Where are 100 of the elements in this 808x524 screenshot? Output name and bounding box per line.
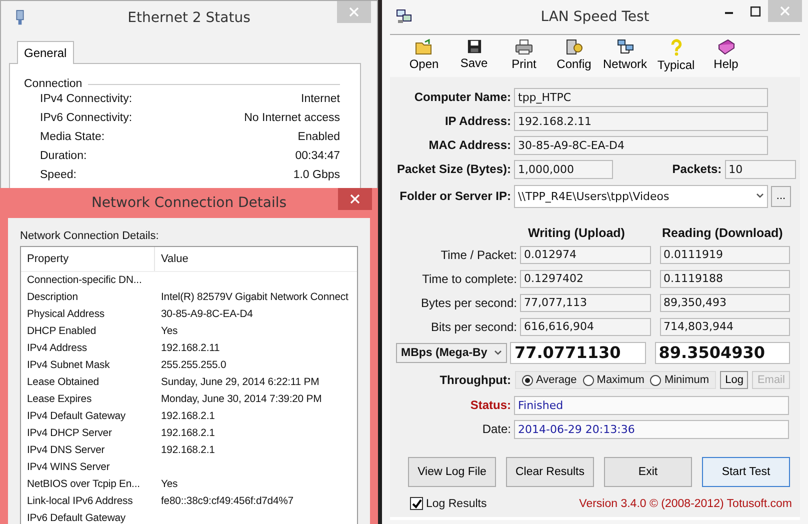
- field-label: Media State:: [40, 131, 105, 144]
- text-field[interactable]: 10: [724, 160, 796, 178]
- radio-option[interactable]: Maximum: [582, 374, 644, 386]
- close-icon: [350, 194, 360, 204]
- property-cell-text: Lease Obtained: [26, 377, 100, 388]
- property-cell-text: NetBIOS over Tcpip En...: [26, 479, 141, 490]
- value-cell-text: Yes: [160, 326, 178, 337]
- checkmark-icon: [412, 498, 422, 508]
- value-cell-text: 255.255.255.0: [160, 360, 226, 371]
- field-value: No Internet access: [244, 112, 340, 125]
- close-button[interactable]: [338, 188, 372, 210]
- field-label: Computer Name:: [413, 90, 511, 104]
- field-label: IPv6 Connectivity:: [40, 112, 132, 125]
- property-cell-text: IPv4 WINS Server: [26, 462, 111, 473]
- close-icon: [349, 7, 359, 17]
- result-field: 0.012974: [520, 246, 650, 264]
- toolbar-button[interactable]: Help: [702, 39, 750, 77]
- value-cell-text: 192.168.2.11: [160, 343, 220, 354]
- field-label: IP Address:: [444, 114, 511, 128]
- browse-button[interactable]: ...: [771, 186, 791, 206]
- field-value: 00:34:47: [295, 150, 340, 163]
- toolbar-button[interactable]: Network: [600, 39, 650, 77]
- value-cell-text: Intel(R) 82579V Gigabit Network Connect: [160, 292, 348, 303]
- question-mark-icon: [670, 39, 683, 56]
- result-field: 77,077,113: [520, 294, 650, 312]
- result-field: 0.1297402: [520, 270, 650, 288]
- column-header: Writing (Upload): [528, 226, 626, 240]
- text-field[interactable]: 1,000,000: [514, 160, 614, 178]
- radio-button[interactable]: [582, 374, 594, 386]
- property-cell-text: IPv6 Default Gateway: [26, 513, 126, 524]
- result-field: 0.0111919: [660, 246, 790, 264]
- column-header: Reading (Download): [662, 226, 783, 240]
- toolbar-button[interactable]: Save: [450, 39, 498, 77]
- folder-icon: [415, 39, 433, 55]
- value-cell-text: 192.168.2.1: [160, 411, 215, 422]
- toolbar-button[interactable]: Print: [500, 39, 548, 77]
- total-field: 89.3504930: [654, 342, 790, 364]
- printer-icon: [515, 39, 533, 55]
- result-label: Time to complete:: [421, 272, 517, 286]
- tab[interactable]: General: [17, 41, 74, 64]
- field-value: 1.0 Gbps: [293, 169, 340, 182]
- checkbox[interactable]: [410, 497, 423, 510]
- property-cell-text: Link-local IPv6 Address: [26, 496, 134, 507]
- value-cell-text: Sunday, June 29, 2014 6:22:11 PM: [160, 377, 320, 388]
- property-cell-text: Description: [26, 292, 79, 303]
- toolbar-button[interactable]: Open: [400, 39, 448, 77]
- field-label: Speed:: [40, 169, 76, 182]
- column-header[interactable]: Value: [155, 247, 188, 271]
- radio-option[interactable]: Average: [522, 374, 577, 386]
- property-cell-text: Lease Expires: [26, 394, 93, 405]
- result-field: 616,616,904: [520, 318, 650, 336]
- column-header[interactable]: Property: [21, 247, 155, 271]
- list-caption: Network Connection Details:: [20, 230, 160, 242]
- result-label: Time / Packet:: [440, 248, 517, 262]
- radio-option[interactable]: Minimum: [650, 374, 710, 386]
- text-field[interactable]: 192.168.2.11: [514, 112, 768, 130]
- property-cell-text: DHCP Enabled: [26, 326, 98, 337]
- radio-button[interactable]: [522, 374, 533, 386]
- toolbar-button[interactable]: Typical: [652, 39, 700, 77]
- radio-button[interactable]: [650, 374, 662, 386]
- result-field: 714,803,944: [660, 318, 790, 336]
- combo-box[interactable]: \\TPP_R4E\Users\tpp\Videos: [514, 184, 768, 208]
- chevron-down-icon: [756, 193, 764, 199]
- action-button[interactable]: Start Test: [702, 457, 790, 487]
- text-field[interactable]: 30-85-A9-8C-EA-D4: [514, 136, 768, 154]
- version-text: Version 3.4.0 © (2008-2012) Totusoft.com: [579, 498, 792, 510]
- window-title: Network Connection Details: [91, 195, 287, 211]
- field-label: Packet Size (Bytes):: [396, 162, 511, 176]
- value-cell-text: 192.168.2.1: [160, 428, 215, 439]
- computers-icon: [396, 9, 412, 25]
- small-button[interactable]: Log: [720, 371, 748, 389]
- field-label: Throughput:: [438, 373, 511, 387]
- window-title: LAN Speed Test: [540, 9, 650, 25]
- property-cell-text: Physical Address: [26, 309, 106, 320]
- property-cell-text: IPv4 DHCP Server: [26, 428, 113, 439]
- text-field[interactable]: tpp_HTPC: [514, 88, 768, 106]
- action-button[interactable]: Exit: [604, 457, 692, 487]
- field-label: Date:: [481, 422, 511, 436]
- result-field: 0.1119188: [660, 270, 790, 288]
- chevron-down-icon: [494, 350, 502, 356]
- status-field: Finished: [514, 396, 789, 414]
- date-field: 2014-06-29 20:13:36: [514, 420, 789, 438]
- window-title: Ethernet 2 Status: [128, 10, 250, 26]
- field-label: IPv4 Connectivity:: [40, 93, 132, 106]
- value-cell-text: fe80::38c9:cf49:456f:d7d4%7: [160, 496, 294, 507]
- value-cell-text: Monday, June 30, 2014 7:39:20 PM: [160, 394, 322, 405]
- value-cell-text: 30-85-A9-8C-EA-D4: [160, 309, 253, 320]
- action-button[interactable]: View Log File: [408, 457, 496, 487]
- close-icon: [780, 6, 790, 16]
- network-icon: [616, 39, 634, 55]
- value-cell-text: Yes: [160, 479, 178, 490]
- property-cell-text: Connection-specific DN...: [26, 275, 143, 286]
- unit-dropdown[interactable]: MBps (Mega-By: [396, 343, 508, 363]
- toolbar-button[interactable]: Config: [550, 39, 598, 77]
- action-button[interactable]: Clear Results: [506, 457, 594, 487]
- result-field: 89,350,493: [660, 294, 790, 312]
- property-cell-text: IPv4 Default Gateway: [26, 411, 126, 422]
- checkbox-option[interactable]: Log Results: [410, 497, 487, 510]
- network-adapter-icon: [15, 9, 25, 27]
- field-value: Internet: [301, 93, 340, 106]
